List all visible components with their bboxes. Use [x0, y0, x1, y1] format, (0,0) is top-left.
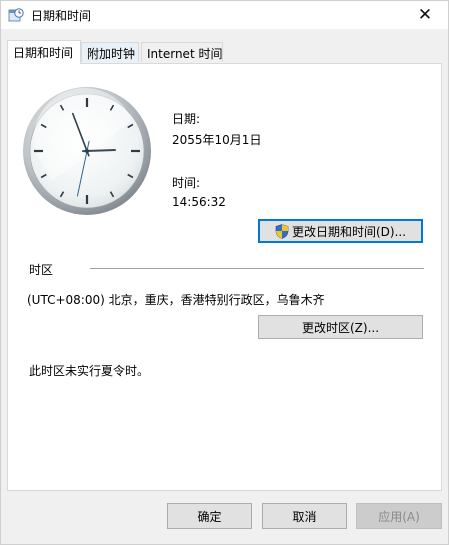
dst-note: 此时区未实行夏令时。	[29, 364, 150, 378]
tab-date-time[interactable]: 日期和时间	[7, 40, 81, 64]
close-icon: ✕	[417, 5, 433, 25]
change-date-time-label: 更改日期和时间(D)...	[291, 224, 407, 239]
clock-calendar-icon	[8, 8, 24, 22]
window-title: 日期和时间	[31, 9, 92, 23]
analog-clock	[23, 87, 151, 215]
cancel-button[interactable]: 取消	[262, 503, 347, 529]
close-button[interactable]: ✕	[402, 1, 448, 29]
tab-panel: 日期: 2055年10月1日 时间: 14:56:32 更改日期和时间(D)..…	[7, 63, 442, 491]
date-label: 日期:	[172, 112, 201, 126]
uac-shield-icon	[275, 223, 289, 239]
tab-internet-time[interactable]: Internet 时间	[141, 42, 223, 62]
timezone-value: (UTC+08:00) 北京，重庆，香港特别行政区，乌鲁木齐	[27, 293, 325, 307]
change-date-time-button[interactable]: 更改日期和时间(D)...	[258, 219, 423, 243]
timezone-divider	[90, 268, 424, 269]
apply-button[interactable]: 应用(A)	[356, 503, 442, 529]
timezone-section-label: 时区	[29, 263, 54, 277]
date-value: 2055年10月1日	[172, 133, 262, 147]
tab-additional-clocks[interactable]: 附加时钟	[81, 42, 139, 62]
time-value: 14:56:32	[172, 195, 226, 209]
ok-button[interactable]: 确定	[167, 503, 252, 529]
title-bar: 日期和时间 ✕	[1, 1, 448, 29]
time-label: 时间:	[172, 176, 201, 190]
change-timezone-button[interactable]: 更改时区(Z)...	[258, 315, 423, 339]
date-time-dialog: 日期和时间 ✕ 日期和时间 附加时钟 Internet 时间 日期: 2055年…	[0, 0, 449, 545]
